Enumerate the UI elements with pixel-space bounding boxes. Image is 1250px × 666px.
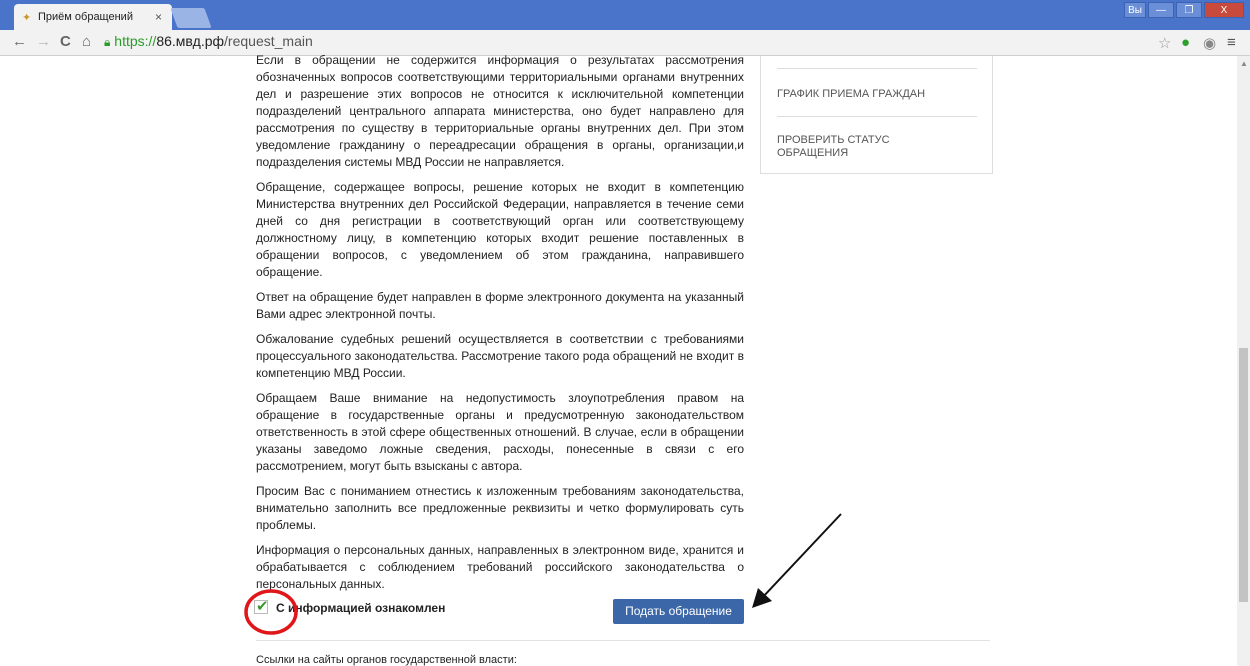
annotation-arrow-line (761, 513, 842, 599)
annotation-overlay (244, 513, 842, 635)
annotation-circle (244, 589, 298, 635)
